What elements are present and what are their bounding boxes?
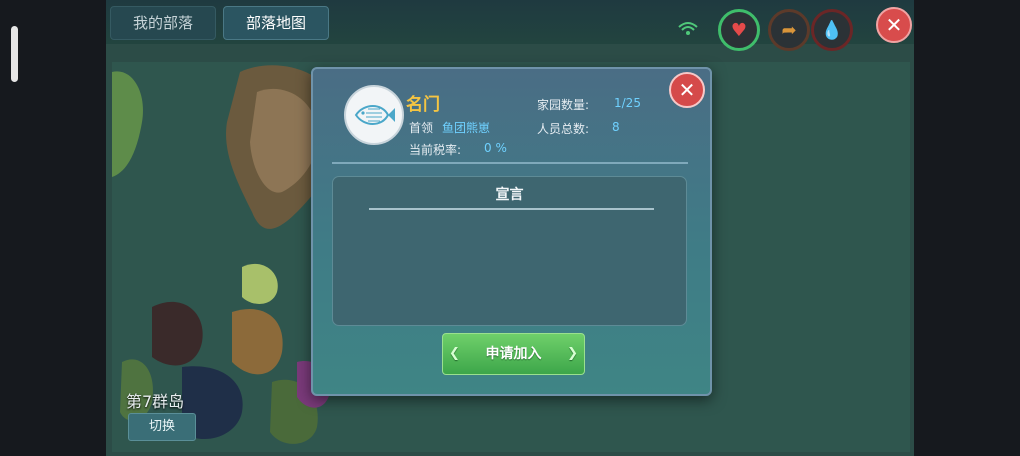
switch-button[interactable]: 切换: [128, 413, 196, 441]
left-side-panel: [0, 0, 106, 456]
heart-icon[interactable]: ♥: [718, 9, 760, 51]
arrow-icon[interactable]: ➦: [768, 9, 810, 51]
tax-label: 当前税率:: [409, 143, 462, 157]
members-label: 人员总数:: [537, 122, 590, 136]
declaration-title: 宣言: [495, 187, 524, 203]
leader-label: 首领: [409, 121, 434, 135]
dialog-close-icon[interactable]: ✕: [669, 72, 705, 108]
water-drop-icon[interactable]: 💧: [811, 9, 853, 51]
top-bar: 我的部落 部落地图 ♥ ➦ 💧 ✕: [106, 0, 914, 51]
apply-join-label: 申请加入: [485, 346, 542, 362]
declaration-underline: [369, 208, 654, 210]
leader-value[interactable]: 鱼团熊崽: [442, 119, 490, 136]
scroll-indicator[interactable]: [11, 26, 18, 82]
tab-tribe-map[interactable]: 部落地图: [223, 6, 329, 40]
declaration-box: 宣言: [332, 176, 687, 326]
dialog-divider: [332, 162, 688, 164]
close-icon[interactable]: ✕: [876, 7, 912, 43]
chevron-right-icon: ❯: [567, 346, 578, 361]
apply-join-button[interactable]: ❮ 申请加入 ❯: [442, 333, 585, 375]
members-value: 8: [612, 120, 620, 134]
island-label: 第7群岛: [126, 392, 185, 411]
tribe-name: 名门: [406, 95, 440, 115]
chevron-left-icon: ❮: [449, 346, 460, 361]
fish-icon: [354, 105, 395, 125]
tribe-emblem: [344, 85, 404, 145]
wifi-icon: [677, 20, 699, 36]
homes-label: 家园数量:: [537, 98, 590, 112]
homes-value: 1/25: [614, 96, 641, 110]
tax-value: 0 %: [484, 141, 507, 155]
tab-my-tribe[interactable]: 我的部落: [110, 6, 216, 40]
right-side-panel: [914, 0, 1020, 456]
